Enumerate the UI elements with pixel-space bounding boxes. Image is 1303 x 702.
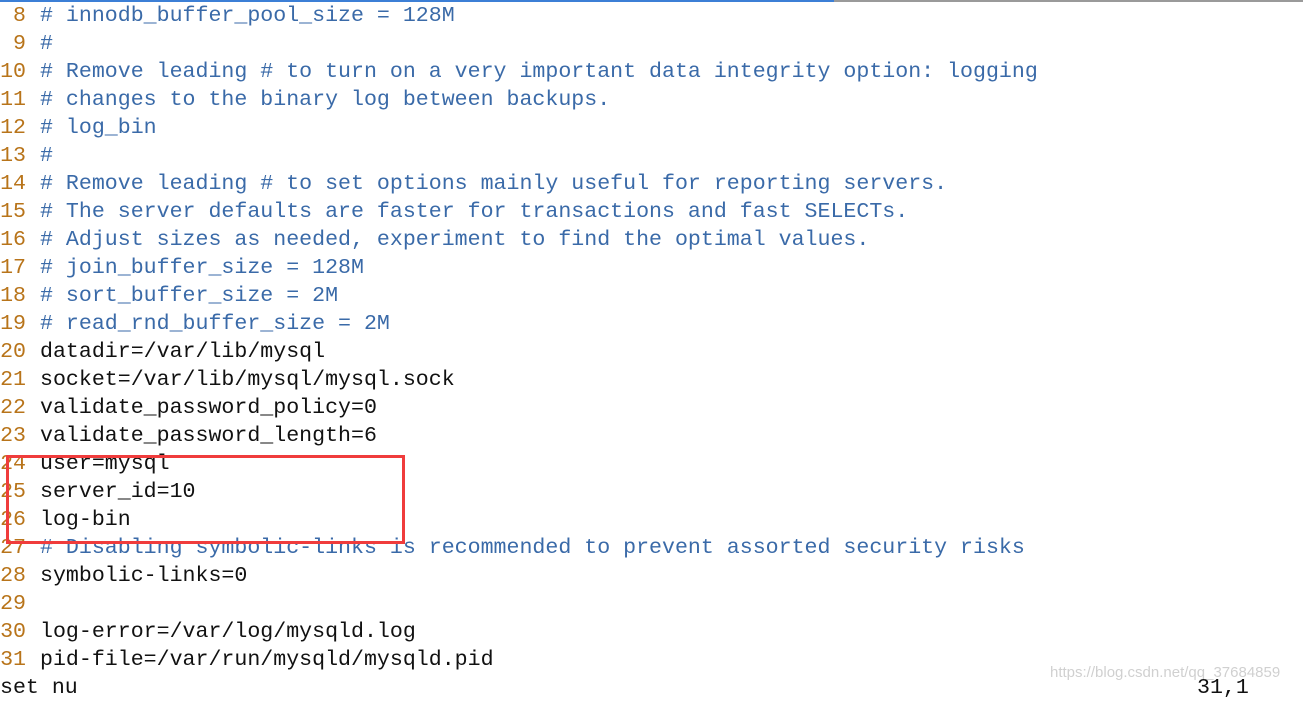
code-line[interactable]: 28 symbolic-links=0 (0, 562, 1038, 590)
line-number: 30 (0, 620, 26, 644)
code-line[interactable]: 20 datadir=/var/lib/mysql (0, 338, 1038, 366)
code-line[interactable]: 23 validate_password_length=6 (0, 422, 1038, 450)
code-line[interactable]: 19 # read_rnd_buffer_size = 2M (0, 310, 1038, 338)
line-text: # log_bin (40, 116, 157, 140)
line-number: 21 (0, 368, 26, 392)
line-text: # (40, 32, 53, 56)
line-text: # changes to the binary log between back… (40, 88, 611, 112)
code-line[interactable]: 13 # (0, 142, 1038, 170)
line-text: # innodb_buffer_pool_size = 128M (40, 4, 455, 28)
code-line[interactable]: 21 socket=/var/lib/mysql/mysql.sock (0, 366, 1038, 394)
line-text: # (40, 144, 53, 168)
line-number: 19 (0, 312, 26, 336)
line-text: pid-file=/var/run/mysqld/mysqld.pid (40, 648, 494, 672)
line-text: # Remove leading # to turn on a very imp… (40, 60, 1038, 84)
cursor-position: 31,1 (1197, 676, 1249, 700)
code-line[interactable]: 11 # changes to the binary log between ba… (0, 86, 1038, 114)
command-line[interactable]: set nu (0, 674, 78, 702)
line-number: 29 (0, 592, 26, 616)
code-line[interactable]: 16 # Adjust sizes as needed, experiment t… (0, 226, 1038, 254)
line-text: validate_password_length=6 (40, 424, 377, 448)
line-text: validate_password_policy=0 (40, 396, 377, 420)
code-line[interactable]: 14 # Remove leading # to set options main… (0, 170, 1038, 198)
line-number: 14 (0, 172, 26, 196)
line-number: 8 (13, 4, 26, 28)
line-number: 17 (0, 256, 26, 280)
line-number: 23 (0, 424, 26, 448)
code-line[interactable]: 17 # join_buffer_size = 128M (0, 254, 1038, 282)
line-number: 16 (0, 228, 26, 252)
line-number: 18 (0, 284, 26, 308)
line-text: # Adjust sizes as needed, experiment to … (40, 228, 870, 252)
code-line[interactable]: 18 # sort_buffer_size = 2M (0, 282, 1038, 310)
code-line[interactable]: 30 log-error=/var/log/mysqld.log (0, 618, 1038, 646)
line-number: 20 (0, 340, 26, 364)
line-text: symbolic-links=0 (40, 564, 248, 588)
code-line[interactable]: 12 # log_bin (0, 114, 1038, 142)
line-text: # The server defaults are faster for tra… (40, 200, 909, 224)
line-number: 9 (13, 32, 26, 56)
code-line[interactable]: 9 # (0, 30, 1038, 58)
line-number: 11 (0, 88, 26, 112)
line-number: 31 (0, 648, 26, 672)
line-number: 10 (0, 60, 26, 84)
code-line[interactable]: 10 # Remove leading # to turn on a very i… (0, 58, 1038, 86)
code-line[interactable]: 15 # The server defaults are faster for t… (0, 198, 1038, 226)
line-text: log-error=/var/log/mysqld.log (40, 620, 416, 644)
line-number: 22 (0, 396, 26, 420)
line-text: # Remove leading # to set options mainly… (40, 172, 948, 196)
line-number: 13 (0, 144, 26, 168)
code-line[interactable]: 31 pid-file=/var/run/mysqld/mysqld.pid (0, 646, 1038, 674)
line-text: datadir=/var/lib/mysql (40, 340, 326, 364)
highlight-box (6, 455, 405, 544)
code-line[interactable]: 29 (0, 590, 1038, 618)
line-text: # join_buffer_size = 128M (40, 256, 364, 280)
editor-text-area[interactable]: 8 # innodb_buffer_pool_size = 128M 9 #10 # R… (0, 2, 1038, 674)
line-text: # read_rnd_buffer_size = 2M (40, 312, 390, 336)
line-text: socket=/var/lib/mysql/mysql.sock (40, 368, 455, 392)
line-number: 12 (0, 116, 26, 140)
line-number: 15 (0, 200, 26, 224)
code-line[interactable]: 8 # innodb_buffer_pool_size = 128M (0, 2, 1038, 30)
line-number: 28 (0, 564, 26, 588)
code-line[interactable]: 22 validate_password_policy=0 (0, 394, 1038, 422)
line-text: # sort_buffer_size = 2M (40, 284, 339, 308)
